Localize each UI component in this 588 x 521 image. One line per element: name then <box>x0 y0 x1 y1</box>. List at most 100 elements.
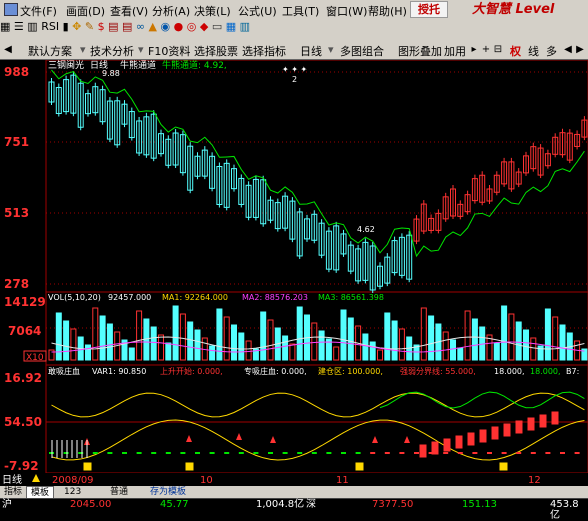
menu-window[interactable]: 窗口(W) <box>326 3 367 19</box>
news-icon[interactable]: ▤ <box>122 20 132 33</box>
library-icon[interactable]: ▥ <box>240 20 250 33</box>
volume-bar <box>150 326 157 361</box>
signal-dash <box>384 452 390 454</box>
toolbar-multi[interactable]: 多 <box>546 43 557 59</box>
menu-screen[interactable]: 画面(D) <box>66 3 105 19</box>
grid-icon[interactable]: ▦ <box>0 20 10 33</box>
buy-triangle-icon <box>404 436 410 443</box>
signal-dash <box>180 452 186 454</box>
volume-bar <box>559 324 566 361</box>
toolbar-overlay[interactable]: 图形叠加 <box>398 43 442 59</box>
ind-tick: 54.50 <box>4 415 42 429</box>
menu-help[interactable]: 帮助(H) <box>368 3 407 19</box>
toolbar-f10[interactable]: F10资料 <box>148 43 190 59</box>
rising-block <box>527 417 535 431</box>
dropdown-icon[interactable]: ▾ <box>328 43 334 56</box>
tab-save-template[interactable]: 存为模板 <box>146 486 190 498</box>
dollar-icon[interactable]: $ <box>98 20 105 33</box>
volume-bar <box>55 312 62 361</box>
status-v1: 2045.00 <box>70 499 112 510</box>
rising-block <box>539 414 547 428</box>
signal-box <box>185 462 194 471</box>
signal-dash <box>574 452 580 454</box>
diamond-icon[interactable]: ◆ <box>200 20 208 33</box>
rising-block <box>491 426 499 440</box>
signal-dash <box>224 452 230 454</box>
toolbar-rights[interactable]: 权 <box>510 43 521 59</box>
volume-bar <box>194 329 201 361</box>
menu-file[interactable]: 文件(F) <box>4 3 57 19</box>
table-icon[interactable]: ☰ <box>14 20 24 33</box>
ind-label2: 上升开始: 0.000, <box>160 366 223 376</box>
signal-dash <box>107 452 113 454</box>
arrow-right-icon[interactable]: ▸ <box>468 43 480 56</box>
toolbar-default-scheme[interactable]: 默认方案 <box>28 43 72 59</box>
volume-bar <box>340 309 347 361</box>
scroll-left-icon[interactable]: ◀ <box>2 43 14 56</box>
list-icon[interactable]: ▦ <box>226 20 236 33</box>
rsi-button[interactable]: RSI <box>41 20 59 33</box>
volume-bar <box>136 310 143 361</box>
bar-icon[interactable]: ▮ <box>63 20 69 33</box>
book-icon[interactable]: ▤ <box>108 20 118 33</box>
web-icon[interactable]: ◉ <box>161 20 171 33</box>
chart-svg[interactable]: 988 751 513 278 三钢闽光 日线 牛熊通道 牛熊通道: 4.92,… <box>0 59 588 486</box>
target-icon[interactable]: ◎ <box>187 20 197 33</box>
volume-bar <box>296 306 303 361</box>
candle-icon[interactable]: ▥ <box>27 20 37 33</box>
scroll-left-icon[interactable]: ◀ <box>562 43 574 56</box>
toolbar-daily[interactable]: 日线 <box>300 43 322 59</box>
status-v4: 深 <box>306 499 316 510</box>
chart-icon[interactable]: ▲ <box>149 20 157 33</box>
plus-icon[interactable]: + <box>480 43 492 56</box>
signal-box <box>499 462 508 471</box>
volume-bar <box>384 312 391 361</box>
tab-normal[interactable]: 普通 <box>106 486 132 498</box>
brand-button[interactable]: 授托 <box>410 1 448 18</box>
signal-dash <box>370 452 376 454</box>
volume-bar <box>311 322 318 361</box>
scroll-right-icon[interactable]: ▶ <box>574 43 586 56</box>
ind-title: 敢吸庄血 <box>48 366 80 376</box>
menu-formula[interactable]: 公式(U) <box>238 3 277 19</box>
tab-indicator[interactable]: 指标 <box>0 486 26 498</box>
toolbar-select-stock[interactable]: 选择股票 <box>194 43 238 59</box>
binoculars-icon[interactable]: ∞ <box>136 20 145 33</box>
toolbar-multi-chart[interactable]: 多图组合 <box>340 43 384 59</box>
signal-dash <box>560 452 565 454</box>
toolbar-tech-analysis[interactable]: 技术分析 <box>90 43 134 59</box>
signal-dash <box>122 452 127 454</box>
low-price-label: 4.62 <box>357 225 375 234</box>
menu-decision[interactable]: 决策(L) <box>194 3 231 19</box>
vol-ma1: MA1: 92264.000 <box>162 293 228 302</box>
menu-tools[interactable]: 工具(T) <box>282 3 319 19</box>
menu-view[interactable]: 查看(V) <box>110 3 148 19</box>
move-icon[interactable]: ✥ <box>72 20 81 33</box>
dropdown-icon[interactable]: ▾ <box>80 43 86 56</box>
volume-bar <box>471 318 478 361</box>
file-icon <box>4 3 18 16</box>
tab-123[interactable]: 123 <box>60 486 85 498</box>
chart-area[interactable]: 988 751 513 278 三钢闽光 日线 牛熊通道 牛熊通道: 4.92,… <box>0 59 588 486</box>
rising-block <box>551 411 559 425</box>
signal-dash <box>311 452 317 454</box>
toolbar-select-indicator[interactable]: 选择指标 <box>242 43 286 59</box>
rising-block <box>515 420 523 434</box>
signal-dash <box>501 452 507 454</box>
toolbar-add[interactable]: 加用 <box>444 43 466 59</box>
time-label: 2008/09 <box>52 475 94 485</box>
time-period: 日线 <box>2 473 22 485</box>
signal-dash <box>355 452 361 454</box>
status-v5: 7377.50 <box>372 499 414 510</box>
volume-bar <box>63 320 70 361</box>
toggle-icon[interactable]: ⊟ <box>492 43 504 56</box>
red-circle-icon[interactable]: ● <box>174 20 184 33</box>
rising-block <box>455 435 463 449</box>
vol-tick: 7064 <box>8 324 41 338</box>
menu-analysis[interactable]: 分析(A) <box>152 3 190 19</box>
vol-title: VOL(5,10,20) <box>48 293 101 302</box>
pen-icon[interactable]: ✎ <box>85 20 94 33</box>
window-icon[interactable]: ▭ <box>212 20 222 33</box>
dropdown-icon[interactable]: ▾ <box>138 43 144 56</box>
toolbar-lines[interactable]: 线 <box>528 43 539 59</box>
